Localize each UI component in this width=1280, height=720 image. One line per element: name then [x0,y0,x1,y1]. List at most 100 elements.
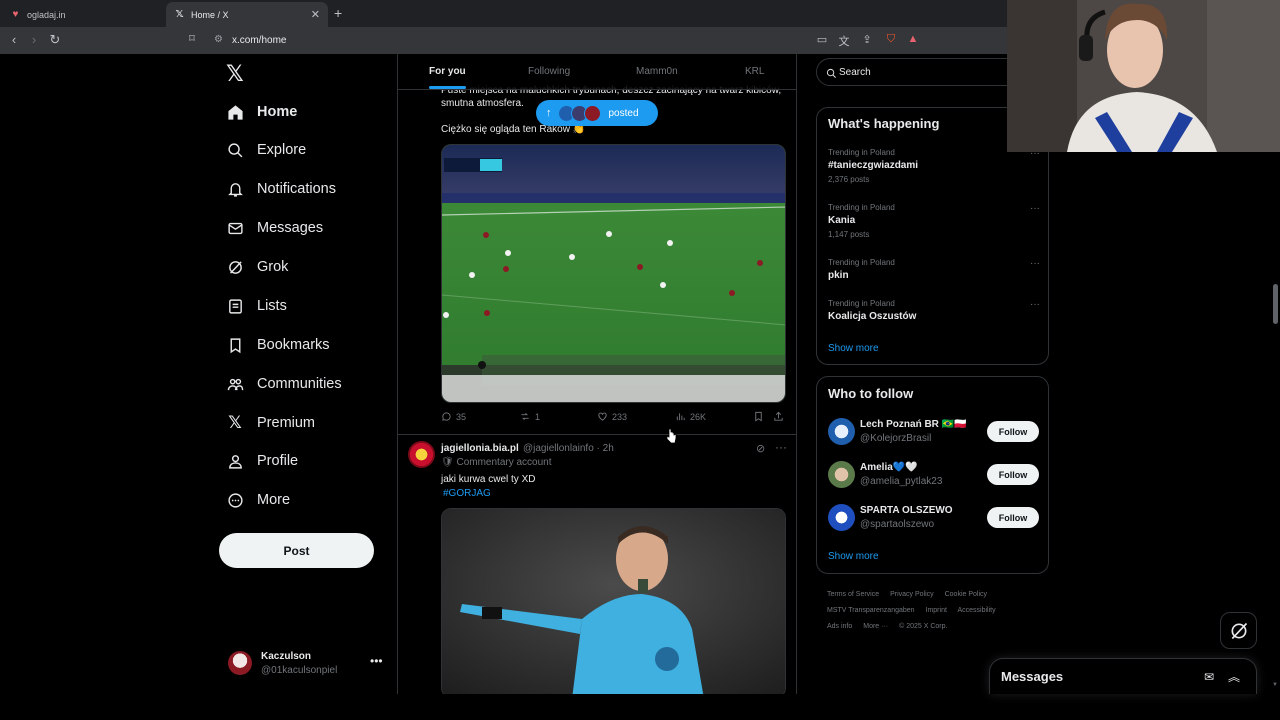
avatar [583,104,601,122]
x-logo[interactable]: 𝕏 [226,62,244,87]
grok-icon [1231,622,1247,639]
follow-button[interactable]: Follow [987,507,1039,528]
hashtag-link[interactable]: #GORJAG [443,488,491,499]
show-more-link[interactable]: Show more [828,343,879,354]
sidebar-item-more[interactable]: More [226,486,290,514]
sidebar-item-messages[interactable]: Messages [226,214,323,242]
trend-context: Trending in Poland [828,299,895,308]
new-tab-button[interactable]: + [334,5,342,21]
footer-link[interactable]: Cookie Policy [945,591,987,598]
tweet-video[interactable] [441,144,786,403]
user-name: Amelia💙🤍 [860,462,918,473]
footer-link[interactable]: MSTV Transparenzangaben [827,607,915,614]
trend-count: 2,376 posts [828,175,870,184]
follow-suggestion[interactable]: SPARTA OLSZEWO @spartaolszewo Follow [828,504,1040,532]
footer-link[interactable]: Imprint [926,607,947,614]
more-dots-icon[interactable]: ••• [370,654,383,668]
sidebar-item-bookmarks[interactable]: Bookmarks [226,331,330,359]
list-icon [226,297,244,315]
sidebar-item-label: Premium [257,415,316,431]
share-icon[interactable]: ⇪ [860,33,874,46]
tweet-author-name[interactable]: jagiellonia.bia.pl [441,443,519,454]
tab-mamm0n[interactable]: Mamm0n [636,66,678,77]
avatar[interactable] [408,441,435,468]
scroll-down-icon[interactable]: ▼ [1272,682,1278,688]
sidebar-item-grok[interactable]: Grok [226,253,288,281]
rewards-icon[interactable]: ▲ [906,33,920,45]
close-icon[interactable]: ✕ [311,8,320,21]
footer-link[interactable]: Privacy Policy [890,591,934,598]
tweet-author-meta[interactable]: @jagiellonlainfo · 2h [523,443,614,454]
posted-label: posted [608,107,639,119]
trend-context: Trending in Poland [828,258,895,267]
views-icon [676,413,685,421]
tab-krl[interactable]: KRL [745,66,764,77]
tab-home-x[interactable]: 𝕏 Home / X ✕ [166,2,328,27]
grok-icon[interactable]: ⊘ [756,442,765,455]
tweet-image[interactable] [441,508,786,694]
trend-item[interactable]: Trending in Poland #tanieczgwiazdami 2,3… [828,148,1040,184]
sidebar-item-lists[interactable]: Lists [226,292,287,320]
more-dots-icon[interactable]: ··· [1030,299,1040,310]
bookmark-page-icon[interactable]: ⌑ [184,32,200,45]
reload-icon[interactable]: ↻ [47,32,63,48]
referee-photo [442,509,785,694]
follow-button[interactable]: Follow [987,421,1039,442]
bookmark-button[interactable] [753,411,768,422]
tab-ogladaj[interactable]: ♥ ogladaj.in [2,2,164,27]
sidebar-item-notifications[interactable]: Notifications [226,175,336,203]
more-dots-icon[interactable]: ··· [775,440,787,454]
tab-label: ogladaj.in [27,9,66,20]
translate-icon[interactable]: 文 [837,33,851,49]
share-button[interactable] [773,411,788,422]
footer-link[interactable]: Terms of Service [827,591,879,598]
account-switcher[interactable]: Kaczulson @01kaculsonpiel ••• [228,648,388,682]
sidebar-item-explore[interactable]: Explore [226,136,306,164]
like-button[interactable]: 233 [597,411,627,422]
panel-title: What's happening [828,116,940,131]
follow-suggestion[interactable]: Amelia💙🤍 @amelia_pytlak23 Follow [828,461,1040,489]
site-info-icon[interactable]: ⚙ [214,34,223,45]
more-dots-icon[interactable]: ··· [1030,203,1040,214]
forward-icon[interactable]: › [26,32,42,47]
tab-following[interactable]: Following [528,66,570,77]
sidebar-item-communities[interactable]: Communities [226,370,342,398]
retweet-button[interactable]: 1 [519,411,540,422]
trend-name: #tanieczgwiazdami [828,160,919,171]
reply-count: 35 [456,411,467,422]
who-to-follow-panel: Who to follow Lech Poznań BR 🇧🇷🇵🇱 @Kolej… [816,376,1049,574]
trend-item[interactable]: Trending in Poland Koalicja Oszustów ··· [828,299,1040,322]
views-button[interactable]: 26K [675,411,706,422]
footer-link[interactable]: Accessibility [957,607,995,614]
trend-item[interactable]: Trending in Poland Kania 1,147 posts ··· [828,203,1040,239]
footer-link[interactable]: More ··· [863,623,888,630]
new-message-icon[interactable]: ✉ [1204,670,1214,684]
brave-shield-icon[interactable]: ⛉ [884,33,898,46]
messages-drawer[interactable]: Messages ✉ ︽ [989,658,1257,694]
new-posts-pill[interactable]: ↑ posted [536,100,658,126]
back-icon[interactable]: ‹ [6,32,22,47]
reply-button[interactable]: 35 [441,411,466,422]
sidebar-item-premium[interactable]: 𝕏 Premium [226,409,315,437]
trend-item[interactable]: Trending in Poland pkin ··· [828,258,1040,281]
chevron-up-icon[interactable]: ︽ [1228,668,1240,685]
sidebar-item-label: Bookmarks [257,337,330,353]
scrollbar-thumb[interactable] [1273,284,1278,324]
sidebar-item-label: Home [257,104,298,120]
trend-context: Trending in Poland [828,203,895,212]
sidebar-item-profile[interactable]: Profile [226,447,298,475]
follow-button[interactable]: Follow [987,464,1039,485]
timeline: For you Following Mamm0n KRL ↑ posted Pu… [397,54,797,694]
commentary-account-label: 🛡 Commentary account [441,457,552,468]
show-more-link[interactable]: Show more [828,551,879,562]
follow-suggestion[interactable]: Lech Poznań BR 🇧🇷🇵🇱 @KolejorzBrasil Foll… [828,418,1040,446]
grok-button[interactable] [1220,612,1257,649]
footer-link[interactable]: Ads info [827,623,852,630]
bookmark-icon [226,336,244,354]
cast-icon[interactable]: ▭ [815,33,829,46]
tab-for-you[interactable]: For you [429,66,466,77]
streamer-webcam-image [1007,0,1280,152]
post-button[interactable]: Post [219,533,374,568]
more-dots-icon[interactable]: ··· [1030,258,1040,269]
sidebar-item-home[interactable]: Home [226,98,297,126]
